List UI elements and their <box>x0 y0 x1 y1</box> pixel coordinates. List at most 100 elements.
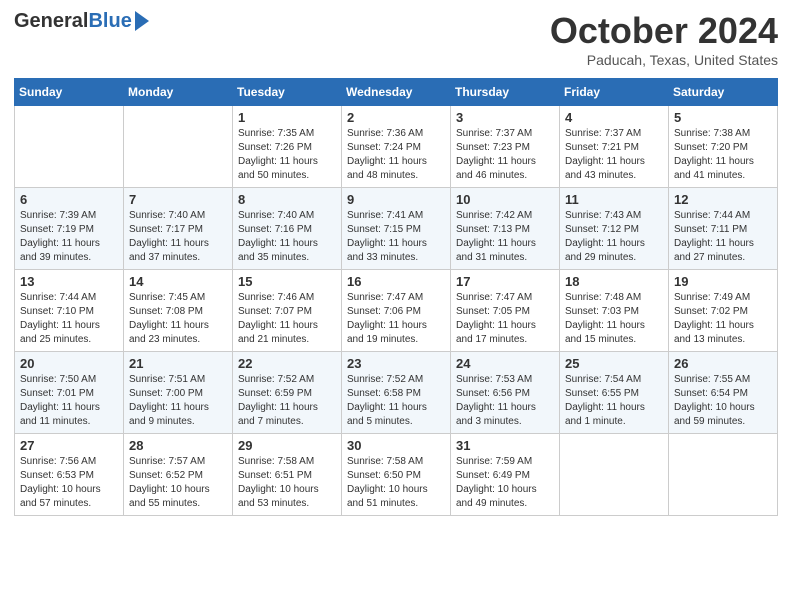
sunset-text: Sunset: 7:24 PM <box>347 141 445 155</box>
day-number: 20 <box>20 356 118 371</box>
day-number: 21 <box>129 356 227 371</box>
day-number: 1 <box>238 110 336 125</box>
day-info: Sunrise: 7:54 AMSunset: 6:55 PMDaylight:… <box>565 373 663 429</box>
day-number: 19 <box>674 274 772 289</box>
header-row: SundayMondayTuesdayWednesdayThursdayFrid… <box>15 79 778 106</box>
sunset-text: Sunset: 6:59 PM <box>238 387 336 401</box>
sunrise-text: Sunrise: 7:37 AM <box>456 127 554 141</box>
page-container: General Blue October 2024 Paducah, Texas… <box>0 0 792 526</box>
day-info: Sunrise: 7:48 AMSunset: 7:03 PMDaylight:… <box>565 291 663 347</box>
day-info: Sunrise: 7:40 AMSunset: 7:16 PMDaylight:… <box>238 209 336 265</box>
sunset-text: Sunset: 7:26 PM <box>238 141 336 155</box>
daylight-text: Daylight: 11 hours and 39 minutes. <box>20 237 118 265</box>
sunrise-text: Sunrise: 7:52 AM <box>238 373 336 387</box>
sunrise-text: Sunrise: 7:44 AM <box>20 291 118 305</box>
day-number: 17 <box>456 274 554 289</box>
sunset-text: Sunset: 7:15 PM <box>347 223 445 237</box>
daylight-text: Daylight: 10 hours and 57 minutes. <box>20 483 118 511</box>
day-cell: 7Sunrise: 7:40 AMSunset: 7:17 PMDaylight… <box>124 188 233 270</box>
day-info: Sunrise: 7:39 AMSunset: 7:19 PMDaylight:… <box>20 209 118 265</box>
day-cell: 22Sunrise: 7:52 AMSunset: 6:59 PMDayligh… <box>233 352 342 434</box>
day-info: Sunrise: 7:40 AMSunset: 7:17 PMDaylight:… <box>129 209 227 265</box>
day-number: 16 <box>347 274 445 289</box>
day-info: Sunrise: 7:44 AMSunset: 7:11 PMDaylight:… <box>674 209 772 265</box>
day-number: 22 <box>238 356 336 371</box>
day-number: 13 <box>20 274 118 289</box>
col-header-tuesday: Tuesday <box>233 79 342 106</box>
daylight-text: Daylight: 11 hours and 19 minutes. <box>347 319 445 347</box>
sunset-text: Sunset: 7:17 PM <box>129 223 227 237</box>
day-number: 4 <box>565 110 663 125</box>
sunrise-text: Sunrise: 7:47 AM <box>347 291 445 305</box>
sunset-text: Sunset: 7:01 PM <box>20 387 118 401</box>
location: Paducah, Texas, United States <box>550 52 778 68</box>
sunset-text: Sunset: 6:50 PM <box>347 469 445 483</box>
sunset-text: Sunset: 7:11 PM <box>674 223 772 237</box>
sunset-text: Sunset: 7:16 PM <box>238 223 336 237</box>
day-number: 2 <box>347 110 445 125</box>
daylight-text: Daylight: 11 hours and 29 minutes. <box>565 237 663 265</box>
day-info: Sunrise: 7:37 AMSunset: 7:21 PMDaylight:… <box>565 127 663 183</box>
day-info: Sunrise: 7:51 AMSunset: 7:00 PMDaylight:… <box>129 373 227 429</box>
col-header-saturday: Saturday <box>669 79 778 106</box>
day-info: Sunrise: 7:35 AMSunset: 7:26 PMDaylight:… <box>238 127 336 183</box>
sunrise-text: Sunrise: 7:52 AM <box>347 373 445 387</box>
day-info: Sunrise: 7:50 AMSunset: 7:01 PMDaylight:… <box>20 373 118 429</box>
day-cell: 27 Sunrise: 7:56 AMSunset: 6:53 PMDayligh… <box>15 434 124 516</box>
day-cell: 29Sunrise: 7:58 AMSunset: 6:51 PMDayligh… <box>233 434 342 516</box>
daylight-text: Daylight: 11 hours and 17 minutes. <box>456 319 554 347</box>
daylight-text: Daylight: 10 hours and 59 minutes. <box>674 401 772 429</box>
sunset-text: Sunset: 7:07 PM <box>238 305 336 319</box>
day-cell: 20 Sunrise: 7:50 AMSunset: 7:01 PMDayligh… <box>15 352 124 434</box>
day-number: 29 <box>238 438 336 453</box>
sunrise-text: Sunrise: 7:56 AM <box>20 455 118 469</box>
day-cell: 14Sunrise: 7:45 AMSunset: 7:08 PMDayligh… <box>124 270 233 352</box>
day-info: Sunrise: 7:41 AMSunset: 7:15 PMDaylight:… <box>347 209 445 265</box>
day-number: 18 <box>565 274 663 289</box>
sunset-text: Sunset: 6:58 PM <box>347 387 445 401</box>
sunrise-text: Sunrise: 7:51 AM <box>129 373 227 387</box>
sunset-text: Sunset: 6:51 PM <box>238 469 336 483</box>
day-info: Sunrise: 7:47 AMSunset: 7:06 PMDaylight:… <box>347 291 445 347</box>
day-cell: 12Sunrise: 7:44 AMSunset: 7:11 PMDayligh… <box>669 188 778 270</box>
sunset-text: Sunset: 7:23 PM <box>456 141 554 155</box>
day-cell: 9Sunrise: 7:41 AMSunset: 7:15 PMDaylight… <box>342 188 451 270</box>
sunrise-text: Sunrise: 7:44 AM <box>674 209 772 223</box>
sunrise-text: Sunrise: 7:47 AM <box>456 291 554 305</box>
day-cell: 5Sunrise: 7:38 AMSunset: 7:20 PMDaylight… <box>669 106 778 188</box>
day-number: 26 <box>674 356 772 371</box>
sunrise-text: Sunrise: 7:50 AM <box>20 373 118 387</box>
daylight-text: Daylight: 11 hours and 9 minutes. <box>129 401 227 429</box>
day-number: 25 <box>565 356 663 371</box>
sunrise-text: Sunrise: 7:43 AM <box>565 209 663 223</box>
day-info: Sunrise: 7:42 AMSunset: 7:13 PMDaylight:… <box>456 209 554 265</box>
daylight-text: Daylight: 11 hours and 3 minutes. <box>456 401 554 429</box>
sunset-text: Sunset: 6:53 PM <box>20 469 118 483</box>
calendar-table: SundayMondayTuesdayWednesdayThursdayFrid… <box>14 78 778 516</box>
sunrise-text: Sunrise: 7:42 AM <box>456 209 554 223</box>
day-cell: 19Sunrise: 7:49 AMSunset: 7:02 PMDayligh… <box>669 270 778 352</box>
logo-general-text: General <box>14 10 88 33</box>
month-title: October 2024 <box>550 10 778 52</box>
sunrise-text: Sunrise: 7:38 AM <box>674 127 772 141</box>
daylight-text: Daylight: 11 hours and 41 minutes. <box>674 155 772 183</box>
daylight-text: Daylight: 11 hours and 37 minutes. <box>129 237 227 265</box>
daylight-text: Daylight: 11 hours and 25 minutes. <box>20 319 118 347</box>
day-cell <box>15 106 124 188</box>
day-info: Sunrise: 7:43 AMSunset: 7:12 PMDaylight:… <box>565 209 663 265</box>
day-number: 8 <box>238 192 336 207</box>
day-cell: 30Sunrise: 7:58 AMSunset: 6:50 PMDayligh… <box>342 434 451 516</box>
sunrise-text: Sunrise: 7:57 AM <box>129 455 227 469</box>
logo-arrow-icon <box>135 11 149 31</box>
sunrise-text: Sunrise: 7:41 AM <box>347 209 445 223</box>
day-cell: 8 Sunrise: 7:40 AMSunset: 7:16 PMDaylight… <box>233 188 342 270</box>
sunset-text: Sunset: 7:06 PM <box>347 305 445 319</box>
sunrise-text: Sunrise: 7:40 AM <box>238 209 336 223</box>
week-row-3: 13Sunrise: 7:44 AMSunset: 7:10 PMDayligh… <box>15 270 778 352</box>
daylight-text: Daylight: 11 hours and 13 minutes. <box>674 319 772 347</box>
sunset-text: Sunset: 7:19 PM <box>20 223 118 237</box>
day-number: 27 <box>20 438 118 453</box>
logo: General Blue <box>14 10 149 33</box>
day-info: Sunrise: 7:37 AMSunset: 7:23 PMDaylight:… <box>456 127 554 183</box>
sunrise-text: Sunrise: 7:58 AM <box>347 455 445 469</box>
